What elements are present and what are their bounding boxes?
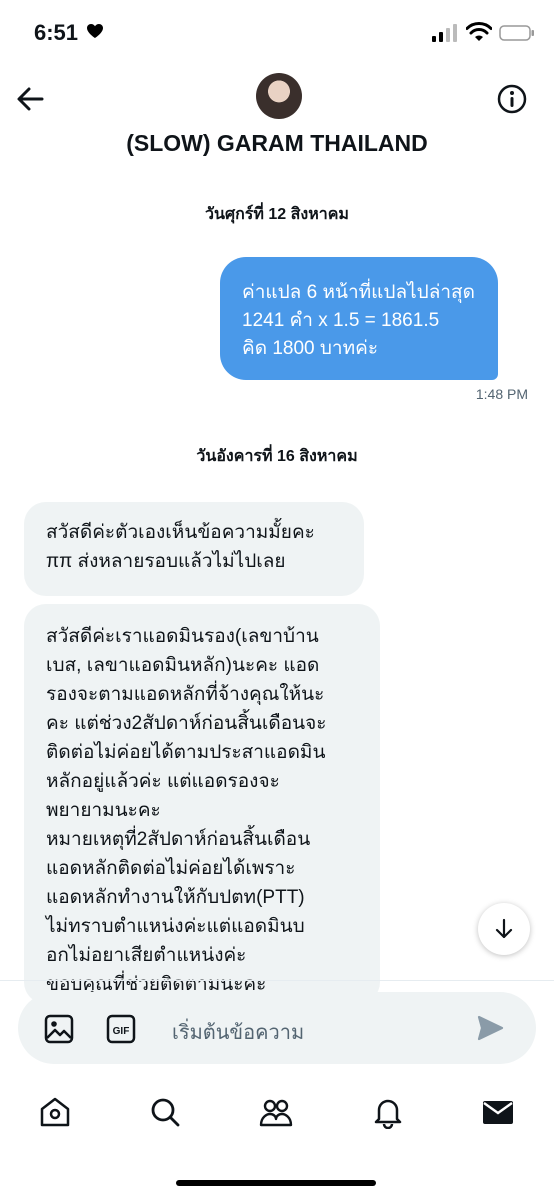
communities-icon[interactable] (259, 1095, 293, 1129)
image-icon[interactable] (44, 1014, 74, 1044)
heart-icon (87, 24, 103, 38)
message-composer: GIF เริ่มต้นข้อความ (18, 992, 536, 1064)
home-indicator (176, 1180, 376, 1186)
message-line: หมายเหตุที่2สัปดาห์ก่อนสิ้นเดือน (46, 829, 311, 850)
conversation-title: (SLOW) GARAM THAILAND (126, 130, 428, 156)
conversation-header: (SLOW) GARAM THAILAND (0, 70, 554, 170)
message-line: ติดต่อไม่ค่อยได้ตามประสาแอดมิน (46, 742, 326, 763)
status-bar: 6:51 (0, 0, 554, 70)
date-separator: วันอังคารที่ 16 สิงหาคม (196, 448, 358, 465)
bottom-navigation (0, 1080, 554, 1150)
back-arrow-icon[interactable] (14, 83, 46, 115)
message-line: เบส, เลขาแอดมินหลัก)นะคะ แอด (46, 655, 320, 676)
incoming-message[interactable]: สวัสดีค่ะตัวเองเห็นข้อความมั้ยคะ ππ ส่งห… (24, 502, 364, 596)
send-icon[interactable] (476, 1014, 504, 1042)
date-separator: วันศุกร์ที่ 12 สิงหาคม (205, 206, 349, 223)
gif-label: GIF (113, 1026, 130, 1037)
avatar[interactable] (256, 73, 302, 119)
search-icon[interactable] (148, 1095, 182, 1129)
home-icon[interactable] (38, 1095, 72, 1129)
message-line: หลักอยู่แล้วค่ะ แต่แอดรองจะ (46, 771, 280, 792)
message-line: พยายามนะคะ (46, 800, 161, 821)
status-time: 6:51 (34, 20, 79, 45)
message-line: คิด 1800 บาทค่ะ (242, 338, 379, 359)
message-line: คะ แต่ช่วง2สัปดาห์ก่อนสิ้นเดือนจะ (46, 713, 327, 734)
cellular-signal-icon (432, 24, 457, 42)
message-input[interactable]: เริ่มต้นข้อความ (172, 1016, 304, 1048)
divider (0, 980, 554, 981)
wifi-icon (466, 22, 492, 41)
message-line: อกไม่อยาเสียตำแหน่งค่ะ (46, 945, 247, 966)
outgoing-message[interactable]: ค่าแปล 6 หน้าที่แปลไปล่าสุด 1241 คำ x 1.… (220, 257, 498, 380)
message-line: รองจะตามแอดหลักที่จ้างคุณให้นะ (46, 684, 325, 705)
gif-icon[interactable]: GIF (106, 1014, 136, 1044)
message-line: สวัสดีค่ะตัวเองเห็นข้อความมั้ยคะ (46, 522, 315, 543)
message-line: แอดหลักติดต่อไม่ค่อยได้เพราะ (46, 858, 296, 879)
message-line: ไม่ทราบตำแหน่งค่ะแต่แอดมินบ (46, 916, 305, 937)
notifications-icon[interactable] (371, 1095, 405, 1129)
message-line: 1241 คำ x 1.5 = 1861.5 (242, 310, 440, 331)
message-line: สวัสดีค่ะเราแอดมินรอง(เลขาบ้าน (46, 626, 319, 647)
messages-icon[interactable] (481, 1095, 515, 1129)
scroll-to-bottom-button[interactable] (478, 903, 530, 955)
message-line: ππ ส่งหลายรอบแล้วไม่ไปเลย (46, 551, 286, 572)
info-icon[interactable] (496, 83, 528, 115)
message-timestamp: 1:48 PM (475, 386, 528, 402)
message-line: ค่าแปล 6 หน้าที่แปลไปล่าสุด (242, 282, 475, 303)
incoming-message[interactable]: สวัสดีค่ะเราแอดมินรอง(เลขาบ้าน เบส, เลขา… (24, 604, 380, 1004)
battery-icon (499, 25, 534, 41)
message-line: แอดหลักทำงานให้กับปตท(PTT) (46, 887, 305, 908)
arrow-down-icon (495, 918, 513, 939)
